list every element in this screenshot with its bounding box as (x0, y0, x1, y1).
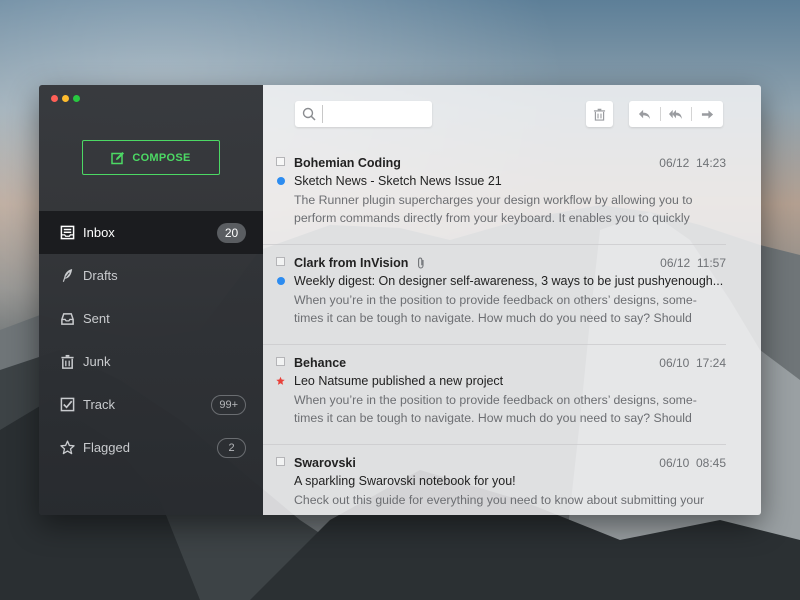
message-subject: Leo Natsume published a new project (294, 374, 504, 388)
sidebar: COMPOSE Inbox 20 Drafts Sent Junk Track … (39, 85, 263, 515)
sender-name: Clark from InVision (294, 256, 409, 270)
message-time: 11:57 (696, 256, 726, 270)
star-icon (276, 376, 285, 385)
reply-icon (638, 109, 650, 119)
message-date: 06/12 (660, 256, 691, 270)
message-list: Bohemian Coding 06/12 14:23 Sketch News … (263, 145, 761, 515)
mailbox-nav: Inbox 20 Drafts Sent Junk Track 99+ Flag… (39, 211, 263, 469)
compose-label: COMPOSE (132, 151, 191, 164)
compose-button[interactable]: COMPOSE (82, 140, 220, 175)
message-sender: Clark from InVision (294, 256, 426, 270)
reply-all-icon (669, 109, 683, 119)
message-sender: Bohemian Coding (294, 156, 401, 170)
message-timestamp: 06/10 08:45 (659, 456, 726, 470)
message-timestamp: 06/10 17:24 (659, 356, 726, 370)
close-window-button[interactable] (51, 95, 58, 102)
message-time: 17:24 (695, 356, 726, 370)
compose-icon (111, 151, 125, 164)
message-sender: Swarovski (294, 456, 356, 470)
reply-actions-group (629, 101, 723, 127)
message-preview: When you’re in the position to provide f… (294, 392, 726, 427)
sidebar-item-sent[interactable]: Sent (39, 297, 263, 340)
forward-button[interactable] (692, 101, 723, 127)
preview-line: times it can be tough to navigate. How m… (294, 410, 692, 425)
preview-line: When you’re in the position to provide f… (294, 393, 697, 407)
sidebar-item-label: Flagged (83, 440, 130, 455)
delete-button[interactable] (586, 101, 613, 127)
checkbox-icon (59, 397, 75, 413)
trash-icon (593, 108, 606, 121)
message-timestamp: 06/12 14:23 (659, 156, 726, 170)
sender-name: Behance (294, 356, 347, 370)
sidebar-item-label: Drafts (83, 268, 118, 283)
feather-icon (59, 268, 75, 284)
sidebar-item-flagged[interactable]: Flagged 2 (39, 426, 263, 469)
trash-icon (59, 354, 75, 370)
unread-dot-icon (276, 276, 285, 285)
sidebar-item-junk[interactable]: Junk (39, 340, 263, 383)
message-date: 06/10 (659, 456, 690, 470)
track-count-badge: 99+ (211, 394, 246, 415)
preview-line: Check out this guide for everything you … (294, 493, 705, 507)
search-icon (302, 107, 316, 121)
inbox-icon (59, 225, 75, 241)
toolbar (263, 85, 761, 145)
search-box[interactable] (295, 101, 432, 127)
sidebar-item-label: Inbox (83, 225, 115, 240)
message-subject: Sketch News - Sketch News Issue 21 (294, 174, 502, 188)
reply-all-button[interactable] (661, 101, 692, 127)
unread-indicator (276, 176, 285, 185)
minimize-window-button[interactable] (62, 95, 69, 102)
starred-indicator[interactable] (276, 376, 285, 385)
sidebar-item-inbox[interactable]: Inbox 20 (39, 211, 263, 254)
unread-indicator (276, 276, 285, 285)
message-preview: When you’re in the position to provide f… (294, 292, 726, 327)
reply-button[interactable] (629, 101, 660, 127)
message-subject: A sparkling Swarovski notebook for you! (294, 474, 516, 488)
message-preview: Check out this guide for everything you … (294, 492, 726, 515)
inbox-count-badge: 20 (217, 222, 246, 243)
message-date: 06/10 (659, 356, 690, 370)
preview-line: When you’re in the position to provide f… (294, 293, 697, 307)
message-sender: Behance (294, 356, 346, 370)
select-checkbox[interactable] (276, 357, 285, 366)
list-item[interactable]: Behance 06/10 17:24 Leo Natsume publishe… (263, 345, 726, 445)
sidebar-item-label: Sent (83, 311, 110, 326)
message-timestamp: 06/12 11:57 (660, 256, 726, 270)
message-date: 06/12 (659, 156, 690, 170)
preview-line: times it can be tough to navigate. How m… (294, 310, 692, 325)
flagged-count-badge: 2 (217, 437, 246, 458)
message-preview: The Runner plugin supercharges your desi… (294, 192, 726, 227)
message-list-pane: Bohemian Coding 06/12 14:23 Sketch News … (263, 85, 761, 515)
search-input[interactable] (322, 105, 430, 123)
list-item[interactable]: Bohemian Coding 06/12 14:23 Sketch News … (263, 145, 726, 245)
forward-icon (702, 109, 714, 119)
select-checkbox[interactable] (276, 457, 285, 466)
sidebar-item-track[interactable]: Track 99+ (39, 383, 263, 426)
sender-name: Swarovski (294, 456, 356, 470)
sidebar-item-label: Track (83, 397, 116, 412)
list-item[interactable]: Swarovski 06/10 08:45 A sparkling Swarov… (263, 445, 726, 515)
sent-tray-icon (59, 311, 75, 327)
select-checkbox[interactable] (276, 257, 285, 266)
sender-name: Bohemian Coding (294, 156, 401, 170)
star-icon (59, 440, 75, 456)
zoom-window-button[interactable] (73, 95, 80, 102)
sidebar-item-label: Junk (83, 354, 111, 369)
mail-window: COMPOSE Inbox 20 Drafts Sent Junk Track … (39, 85, 761, 515)
paperclip-icon (418, 257, 424, 269)
message-time: 14:23 (695, 156, 726, 170)
unread-dot-icon (276, 176, 285, 185)
window-controls (51, 95, 80, 102)
select-checkbox[interactable] (276, 157, 285, 166)
sidebar-item-drafts[interactable]: Drafts (39, 254, 263, 297)
preview-line: The Runner plugin supercharges your desi… (294, 193, 693, 207)
list-item[interactable]: Clark from InVision 06/12 11:57 Weekly d… (263, 245, 726, 345)
message-subject: Weekly digest: On designer self-awarenes… (294, 274, 724, 288)
message-time: 08:45 (695, 456, 726, 470)
preview-line: perform commands directly from your keyb… (294, 210, 690, 225)
